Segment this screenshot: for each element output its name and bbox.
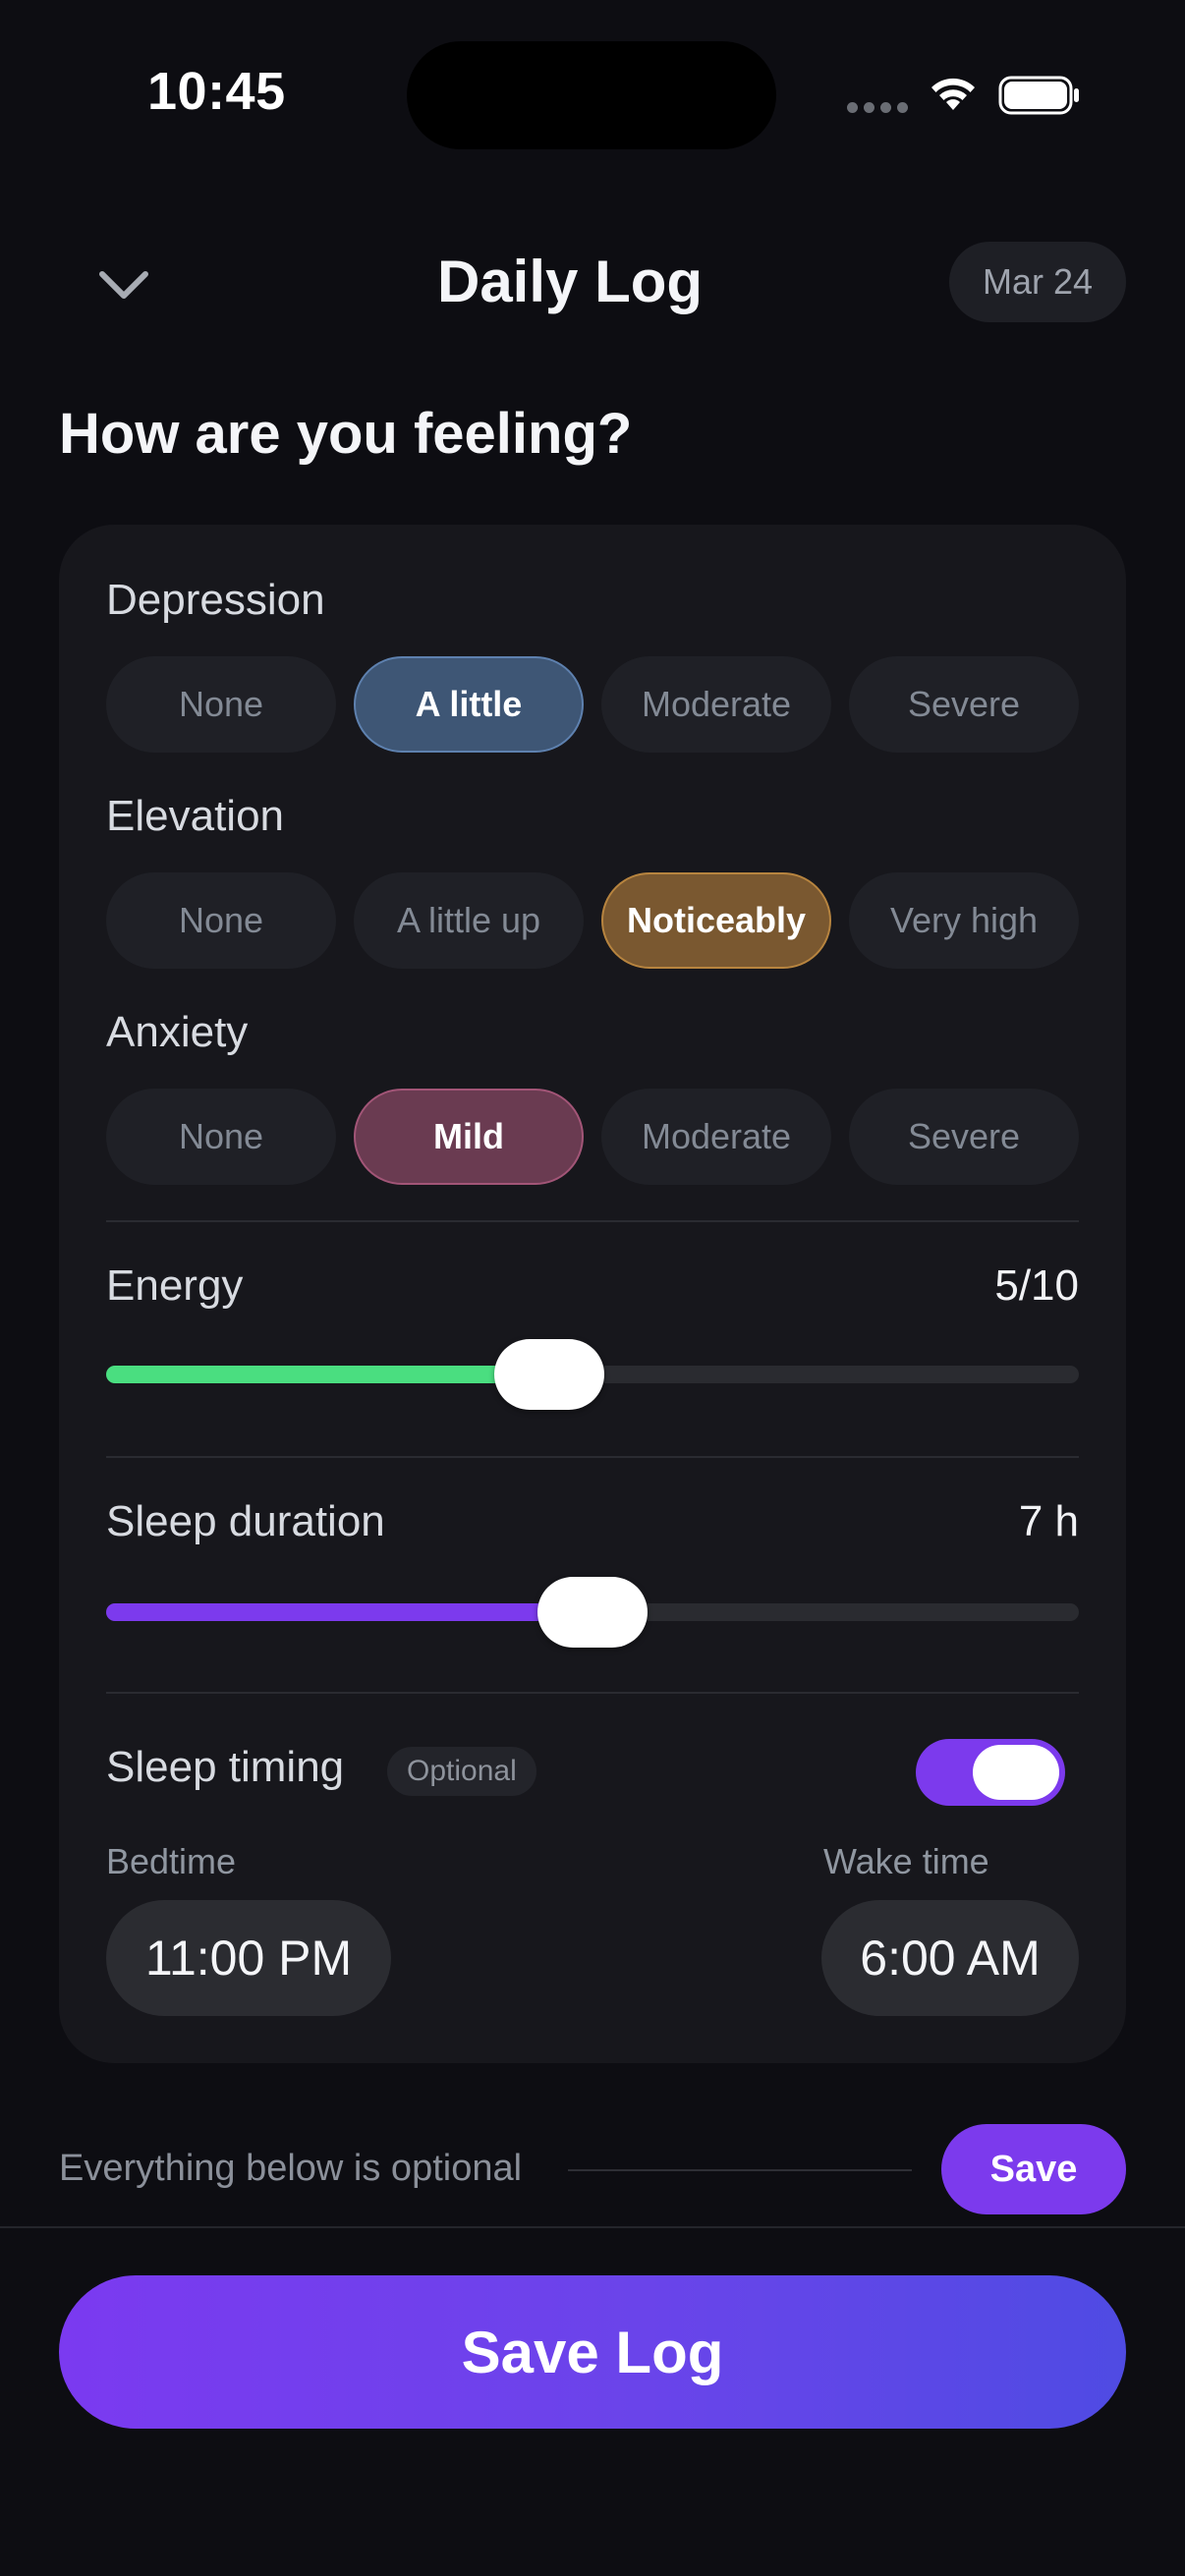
bedtime-label: Bedtime: [106, 1841, 237, 1881]
elevation-option-very-high[interactable]: Very high: [849, 872, 1079, 969]
elevation-label: Elevation: [106, 792, 285, 840]
depression-option-moderate[interactable]: Moderate: [601, 656, 831, 753]
sleep-duration-slider[interactable]: [106, 1577, 1079, 1648]
optional-badge: Optional: [387, 1747, 536, 1796]
energy-slider-fill: [106, 1366, 550, 1383]
elevation-options: None A little up Noticeably Very high: [106, 872, 1079, 969]
divider: [106, 1456, 1079, 1458]
cellular-signal-icon: [847, 102, 908, 116]
energy-value: 5/10: [994, 1261, 1079, 1310]
wake-time-picker[interactable]: 6:00 AM: [821, 1900, 1079, 2016]
toggle-knob: [973, 1745, 1059, 1800]
divider: [106, 1220, 1079, 1222]
optional-note: Everything below is optional: [59, 2148, 523, 2189]
save-log-button[interactable]: Save Log: [59, 2275, 1126, 2429]
divider: [0, 2226, 1185, 2228]
depression-option-a-little[interactable]: A little: [354, 656, 584, 753]
anxiety-option-none[interactable]: None: [106, 1089, 336, 1185]
date-chip[interactable]: Mar 24: [949, 242, 1126, 322]
battery-icon: [998, 76, 1079, 115]
sleep-timing-label: Sleep timing: [106, 1743, 345, 1791]
anxiety-option-moderate[interactable]: Moderate: [601, 1089, 831, 1185]
elevation-option-a-little-up[interactable]: A little up: [354, 872, 584, 969]
energy-label: Energy: [106, 1261, 244, 1310]
sleep-duration-slider-thumb[interactable]: [537, 1577, 648, 1648]
save-button[interactable]: Save: [941, 2124, 1126, 2214]
status-time: 10:45: [147, 62, 286, 121]
depression-option-severe[interactable]: Severe: [849, 656, 1079, 753]
depression-option-none[interactable]: None: [106, 656, 336, 753]
energy-slider[interactable]: [106, 1339, 1079, 1410]
anxiety-label: Anxiety: [106, 1008, 249, 1056]
sleep-duration-value: 7 h: [1018, 1497, 1079, 1545]
dynamic-island: [407, 41, 776, 149]
sleep-timing-toggle[interactable]: [916, 1739, 1065, 1806]
divider: [106, 1692, 1079, 1694]
anxiety-option-mild[interactable]: Mild: [354, 1089, 584, 1185]
depression-label: Depression: [106, 576, 325, 624]
divider-line: [568, 2169, 912, 2171]
elevation-option-none[interactable]: None: [106, 872, 336, 969]
wifi-icon: [931, 78, 975, 110]
section-heading: How are you feeling?: [59, 402, 633, 466]
energy-slider-thumb[interactable]: [494, 1339, 605, 1410]
daily-log-screen: 10:45 Daily Log Mar 24 How are you feeli…: [0, 0, 1185, 2576]
bedtime-picker[interactable]: 11:00 PM: [106, 1900, 391, 2016]
wake-time-label: Wake time: [823, 1841, 989, 1881]
sleep-duration-slider-fill: [106, 1603, 592, 1621]
depression-options: None A little Moderate Severe: [106, 656, 1079, 753]
sleep-duration-label: Sleep duration: [106, 1497, 385, 1545]
anxiety-option-severe[interactable]: Severe: [849, 1089, 1079, 1185]
anxiety-options: None Mild Moderate Severe: [106, 1089, 1079, 1185]
elevation-option-noticeably[interactable]: Noticeably: [601, 872, 831, 969]
